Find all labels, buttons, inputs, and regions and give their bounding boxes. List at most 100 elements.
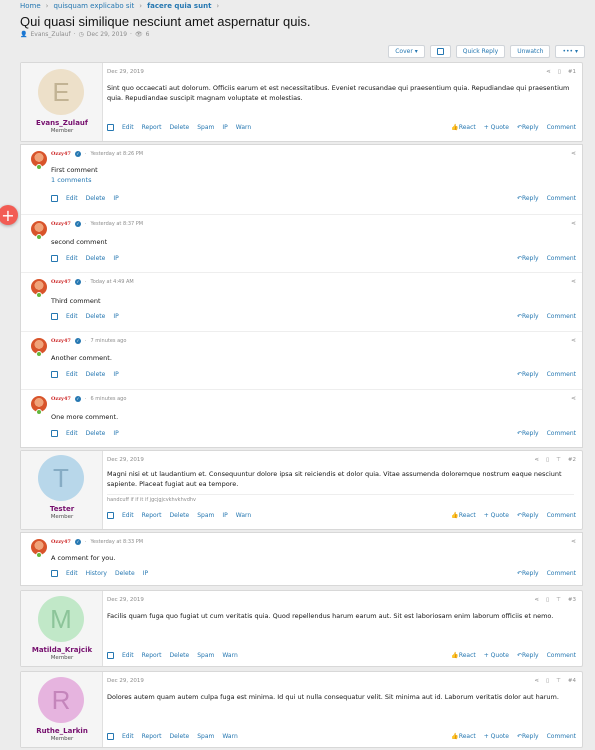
spam-link[interactable]: Spam <box>197 512 214 519</box>
comment-button[interactable]: Comment <box>547 733 576 740</box>
comment-button[interactable]: Comment <box>547 430 576 437</box>
ip-link[interactable]: IP <box>113 255 118 262</box>
select-checkbox[interactable] <box>107 733 114 740</box>
delete-link[interactable]: Delete <box>86 371 106 378</box>
comment-author[interactable]: Ozzy47 <box>51 221 71 227</box>
delete-link[interactable]: Delete <box>86 255 106 262</box>
avatar[interactable]: E <box>38 69 84 115</box>
post-username[interactable]: Ruthe_Larkin <box>21 727 103 735</box>
delete-link[interactable]: Delete <box>170 512 190 519</box>
ip-link[interactable]: IP <box>113 430 118 437</box>
post-number[interactable]: #4 <box>568 678 576 684</box>
post-number[interactable]: #1 <box>568 69 576 75</box>
share-icon[interactable]: ⋖ <box>571 337 576 344</box>
post-date[interactable]: Dec 29, 2019 <box>107 69 144 75</box>
select-checkbox[interactable] <box>107 652 114 659</box>
comment-button[interactable]: Comment <box>547 313 576 320</box>
thread-author[interactable]: Evans_Zulauf <box>30 31 70 38</box>
reply-button[interactable]: ↶Reply <box>517 371 539 378</box>
comment-button[interactable]: Comment <box>547 124 576 131</box>
share-icon[interactable]: ⋖ <box>534 457 539 463</box>
comment-author[interactable]: Ozzy47 <box>51 151 71 157</box>
comment-time[interactable]: Yesterday at 8:33 PM <box>91 539 144 545</box>
report-link[interactable]: Report <box>142 512 162 519</box>
comment-author[interactable]: Ozzy47 <box>51 396 71 402</box>
breadcrumb-current[interactable]: facere quia sunt <box>147 2 211 10</box>
reply-button[interactable]: ↶Reply <box>517 733 539 740</box>
comment-author[interactable]: Ozzy47 <box>51 338 71 344</box>
delete-link[interactable]: Delete <box>86 430 106 437</box>
reply-button[interactable]: ↶Reply <box>517 512 539 519</box>
react-button[interactable]: 👍React <box>451 124 475 131</box>
comment-button[interactable]: Comment <box>547 255 576 262</box>
breadcrumb-home[interactable]: Home <box>20 2 41 10</box>
bookmark-icon[interactable]: ▯ <box>546 597 549 603</box>
quote-button[interactable]: + Quote <box>484 652 509 659</box>
select-checkbox[interactable] <box>51 255 58 262</box>
react-button[interactable]: 👍React <box>451 733 475 740</box>
reply-button[interactable]: ↶Reply <box>517 652 539 659</box>
ip-link[interactable]: IP <box>113 313 118 320</box>
delete-link[interactable]: Delete <box>86 195 106 202</box>
warn-link[interactable]: Warn <box>236 124 251 131</box>
report-link[interactable]: Report <box>142 733 162 740</box>
edit-link[interactable]: Edit <box>122 512 134 519</box>
post-date[interactable]: Dec 29, 2019 <box>107 457 144 463</box>
reply-button[interactable]: ↶Reply <box>517 430 539 437</box>
bookmark-icon[interactable]: ▯ <box>546 678 549 684</box>
post-date[interactable]: Dec 29, 2019 <box>107 678 144 684</box>
bookmark-icon[interactable]: ▯ <box>558 69 561 75</box>
quote-button[interactable]: + Quote <box>484 124 509 131</box>
comment-time[interactable]: Yesterday at 8:37 PM <box>91 221 144 227</box>
comment-author[interactable]: Ozzy47 <box>51 279 71 285</box>
edit-link[interactable]: Edit <box>66 255 78 262</box>
delete-link[interactable]: Delete <box>170 733 190 740</box>
share-icon[interactable]: ⋖ <box>546 69 551 75</box>
select-checkbox[interactable] <box>51 313 58 320</box>
comment-time[interactable]: 6 minutes ago <box>91 396 127 402</box>
thread-date[interactable]: Dec 29, 2019 <box>87 31 127 38</box>
pin-icon[interactable]: ⊤ <box>556 678 561 684</box>
post-username[interactable]: Evans_Zulauf <box>21 119 103 127</box>
comment-time[interactable]: Today at 4:49 AM <box>91 279 134 285</box>
edit-link[interactable]: Edit <box>66 430 78 437</box>
pin-icon[interactable]: ⊤ <box>556 597 561 603</box>
comment-button[interactable]: Comment <box>547 195 576 202</box>
comments-count-link[interactable]: 1 comments <box>51 176 91 184</box>
warn-link[interactable]: Warn <box>236 512 251 519</box>
report-link[interactable]: Report <box>142 652 162 659</box>
spam-link[interactable]: Spam <box>197 652 214 659</box>
history-link[interactable]: History <box>86 570 107 577</box>
reply-button[interactable]: ↶Reply <box>517 313 539 320</box>
select-checkbox[interactable] <box>51 430 58 437</box>
comment-button[interactable]: Comment <box>547 652 576 659</box>
delete-link[interactable]: Delete <box>170 124 190 131</box>
share-icon[interactable]: ⋖ <box>534 597 539 603</box>
ip-link[interactable]: IP <box>222 124 227 131</box>
react-button[interactable]: 👍React <box>451 652 475 659</box>
edit-link[interactable]: Edit <box>66 371 78 378</box>
share-icon[interactable]: ⋖ <box>534 678 539 684</box>
share-icon[interactable]: ⋖ <box>571 395 576 402</box>
share-icon[interactable]: ⋖ <box>571 278 576 285</box>
share-icon[interactable]: ⋖ <box>571 538 576 545</box>
breadcrumb-forum[interactable]: quisquam explicabo sit <box>53 2 134 10</box>
select-checkbox[interactable] <box>107 512 114 519</box>
spam-link[interactable]: Spam <box>197 733 214 740</box>
post-username[interactable]: Matilda_Krajcik <box>21 646 103 654</box>
quote-button[interactable]: + Quote <box>484 733 509 740</box>
share-icon[interactable]: ⋖ <box>571 220 576 227</box>
comment-button[interactable]: Comment <box>547 570 576 577</box>
reply-button[interactable]: ↶Reply <box>517 570 539 577</box>
share-icon[interactable]: ⋖ <box>571 150 576 157</box>
warn-link[interactable]: Warn <box>222 733 237 740</box>
avatar[interactable]: M <box>38 596 84 642</box>
spam-link[interactable]: Spam <box>197 124 214 131</box>
select-checkbox[interactable] <box>51 570 58 577</box>
warn-link[interactable]: Warn <box>222 652 237 659</box>
reply-button[interactable]: ↶Reply <box>517 255 539 262</box>
comment-author[interactable]: Ozzy47 <box>51 539 71 545</box>
bookmark-icon[interactable]: ▯ <box>546 457 549 463</box>
select-checkbox[interactable] <box>51 195 58 202</box>
edit-link[interactable]: Edit <box>66 313 78 320</box>
